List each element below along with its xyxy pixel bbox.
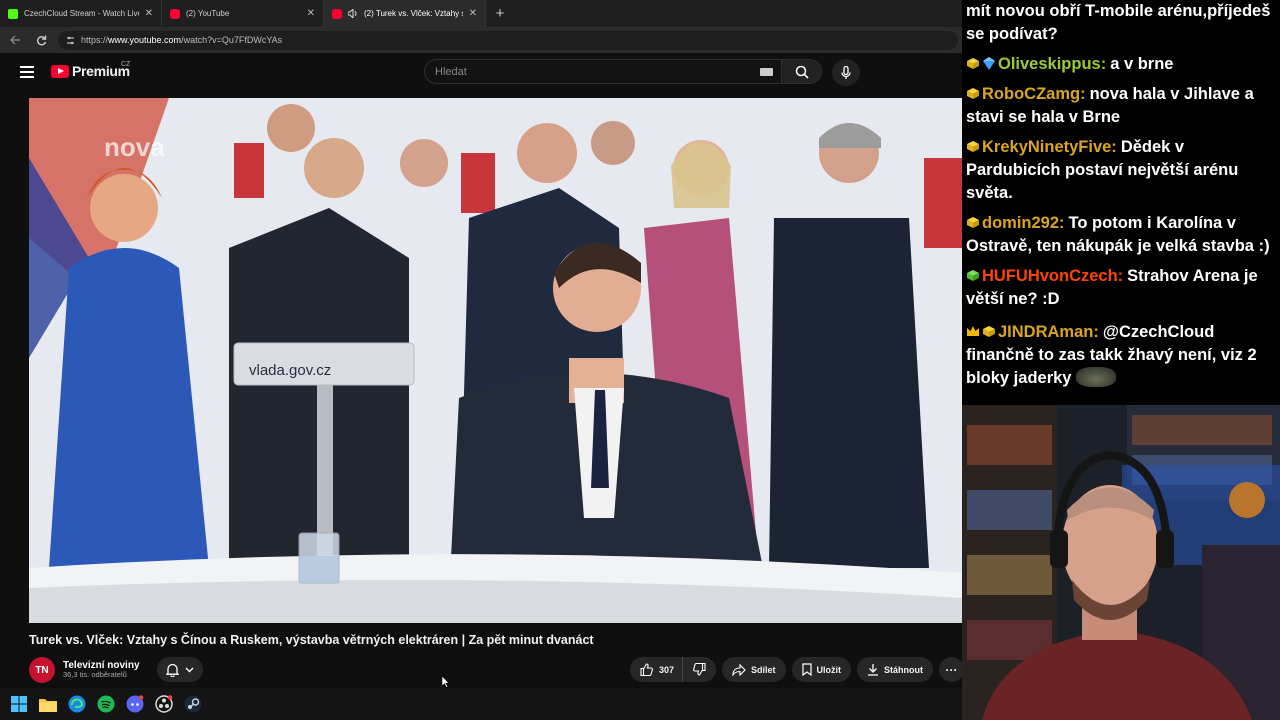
youtube-icon xyxy=(332,8,342,19)
channel-avatar[interactable]: TN xyxy=(29,657,55,683)
microphone-icon xyxy=(841,65,851,79)
subscriber-count: 36,3 tis. odběratelů xyxy=(63,670,127,680)
discord-icon[interactable] xyxy=(126,695,144,713)
like-button[interactable]: 307 xyxy=(630,657,684,682)
channel-text: Televizní noviny 36,3 tis. odběratelů xyxy=(63,660,140,679)
chat-username[interactable]: JINDRAman: xyxy=(998,323,1099,341)
tab-title: CzechCloud Stream - Watch Live o xyxy=(24,9,139,18)
gift-sub-badge-icon xyxy=(983,326,995,337)
chat-message: domin292: To potom i Karolína v Ostravě, … xyxy=(966,212,1276,258)
new-tab-button[interactable]: + xyxy=(486,0,514,27)
like-dislike-group: 307 xyxy=(630,657,717,682)
dislike-button[interactable] xyxy=(683,657,716,682)
url-text: https://www.youtube.com/watch?v=Qu7FfDWc… xyxy=(81,35,283,45)
chat-username[interactable]: HUFUHvonCzech: xyxy=(982,267,1123,285)
download-button[interactable]: Stáhnout xyxy=(857,657,934,682)
keyboard-icon[interactable] xyxy=(760,68,773,76)
download-icon xyxy=(868,664,879,676)
video-title: Turek vs. Vlček: Vztahy s Čínou a Ruskem… xyxy=(29,633,594,647)
thumbs-down-icon xyxy=(693,663,706,676)
steam-icon[interactable] xyxy=(184,695,202,713)
search-placeholder: Hledat xyxy=(435,65,467,78)
share-button[interactable]: Sdílet xyxy=(722,657,786,682)
search-icon xyxy=(795,65,809,79)
site-info-icon[interactable] xyxy=(66,36,75,45)
youtube-header: Premium CZ Hledat xyxy=(0,53,962,93)
gift-sub-badge-icon xyxy=(967,141,979,152)
more-actions-button[interactable]: ··· xyxy=(939,657,965,682)
nova-watermark: nova xyxy=(104,132,165,162)
gift-sub-badge-icon xyxy=(967,88,979,99)
chevron-down-icon xyxy=(185,667,194,672)
save-button[interactable]: Uložit xyxy=(791,657,852,682)
chat-message: Oliveskippus: a v brne xyxy=(966,53,1276,76)
chat-username[interactable]: KrekyNinetyFive: xyxy=(982,138,1117,156)
search-input[interactable]: Hledat xyxy=(424,59,782,84)
tab-title: (2) YouTube xyxy=(186,9,230,18)
chat-message: HUFUHvonCzech: Strahov Arena je větší ne?… xyxy=(966,265,1276,311)
stream-chat: mít novou obří T-mobile arénu,příjedeš s… xyxy=(962,0,1280,405)
emote-image xyxy=(1076,367,1117,387)
browser-tab-bar: CzechCloud Stream - Watch Live o ✕ (2) Y… xyxy=(0,0,962,27)
youtube-icon xyxy=(170,8,180,19)
youtube-premium-logo[interactable]: Premium CZ xyxy=(51,61,131,79)
url-field[interactable]: https://www.youtube.com/watch?v=Qu7FfDWc… xyxy=(58,30,958,50)
chat-message: KrekyNinetyFive: Dědek v Pardubicích post… xyxy=(966,136,1276,205)
tab-youtube[interactable]: (2) YouTube ✕ xyxy=(162,0,324,27)
gift-sub-badge-icon xyxy=(967,217,979,228)
video-frame: nova vlada.gov.cz xyxy=(29,98,962,623)
chat-username[interactable]: Oliveskippus: xyxy=(998,55,1106,73)
webcam-frame xyxy=(962,405,1280,720)
close-tab-icon[interactable]: ✕ xyxy=(145,8,153,19)
channel-info[interactable]: TN Televizní noviny 36,3 tis. odběratelů xyxy=(29,656,140,684)
tab-title: (2) Turek vs. Vlček: Vztahy s Č xyxy=(364,9,463,18)
windows-taskbar xyxy=(0,688,962,720)
screen: CzechCloud Stream - Watch Live o ✕ (2) Y… xyxy=(0,0,1280,720)
chat-username[interactable]: RoboCZamg: xyxy=(982,85,1086,103)
gift-sub-badge-icon xyxy=(967,58,979,69)
close-tab-icon[interactable]: ✕ xyxy=(307,8,315,19)
chat-text: a v brne xyxy=(1110,55,1174,73)
tab-turek-vs-vlcek[interactable]: (2) Turek vs. Vlček: Vztahy s Č ✕ xyxy=(324,0,486,27)
podium-text: vlada.gov.cz xyxy=(249,362,331,379)
chat-message: mít novou obří T-mobile arénu,příjedeš s… xyxy=(966,0,1276,46)
like-count: 307 xyxy=(659,664,675,675)
green-gift-badge-icon xyxy=(967,270,979,281)
windows-start-icon[interactable] xyxy=(10,695,28,713)
close-tab-icon[interactable]: ✕ xyxy=(469,8,477,19)
obs-icon[interactable] xyxy=(155,695,173,713)
bell-icon xyxy=(166,663,179,677)
country-code: CZ xyxy=(121,61,131,68)
thumbs-up-icon xyxy=(640,663,653,676)
edge-browser-icon[interactable] xyxy=(68,695,86,713)
kick-icon xyxy=(8,8,18,19)
youtube-play-icon xyxy=(51,64,69,78)
speaker-icon[interactable] xyxy=(348,9,358,18)
chat-message: JINDRAman: @CzechCloud finančně to zas ta… xyxy=(966,321,1276,390)
address-bar-row: https://www.youtube.com/watch?v=Qu7FfDWc… xyxy=(0,27,962,53)
reload-icon[interactable] xyxy=(30,29,52,51)
video-actions: 307 Sdílet Uložit Stáhnout ··· xyxy=(630,657,965,682)
search-button[interactable] xyxy=(782,59,822,84)
save-label: Uložit xyxy=(816,664,842,675)
webcam-feed xyxy=(962,405,1280,720)
share-icon xyxy=(732,663,746,676)
menu-icon[interactable] xyxy=(20,66,34,78)
chat-message: RoboCZamg: nova hala v Jihlave a stavi se… xyxy=(966,83,1276,129)
download-label: Stáhnout xyxy=(884,664,924,675)
bookmark-icon xyxy=(801,663,812,676)
chat-username[interactable]: domin292: xyxy=(982,214,1065,232)
voice-search-button[interactable] xyxy=(832,59,860,86)
back-arrow-icon[interactable] xyxy=(4,29,26,51)
crown-badge-icon xyxy=(967,326,979,336)
tab-czechcloud-stream[interactable]: CzechCloud Stream - Watch Live o ✕ xyxy=(0,0,162,27)
share-label: Sdílet xyxy=(751,664,776,675)
mouse-cursor-icon xyxy=(442,676,450,688)
spotify-icon[interactable] xyxy=(97,695,115,713)
notifications-button[interactable] xyxy=(157,657,203,682)
video-player[interactable]: nova vlada.gov.cz xyxy=(29,98,962,623)
diamond-badge-icon xyxy=(983,57,995,70)
chat-text: mít novou obří T-mobile arénu,příjedeš s… xyxy=(966,2,1271,43)
file-explorer-icon[interactable] xyxy=(39,695,57,713)
